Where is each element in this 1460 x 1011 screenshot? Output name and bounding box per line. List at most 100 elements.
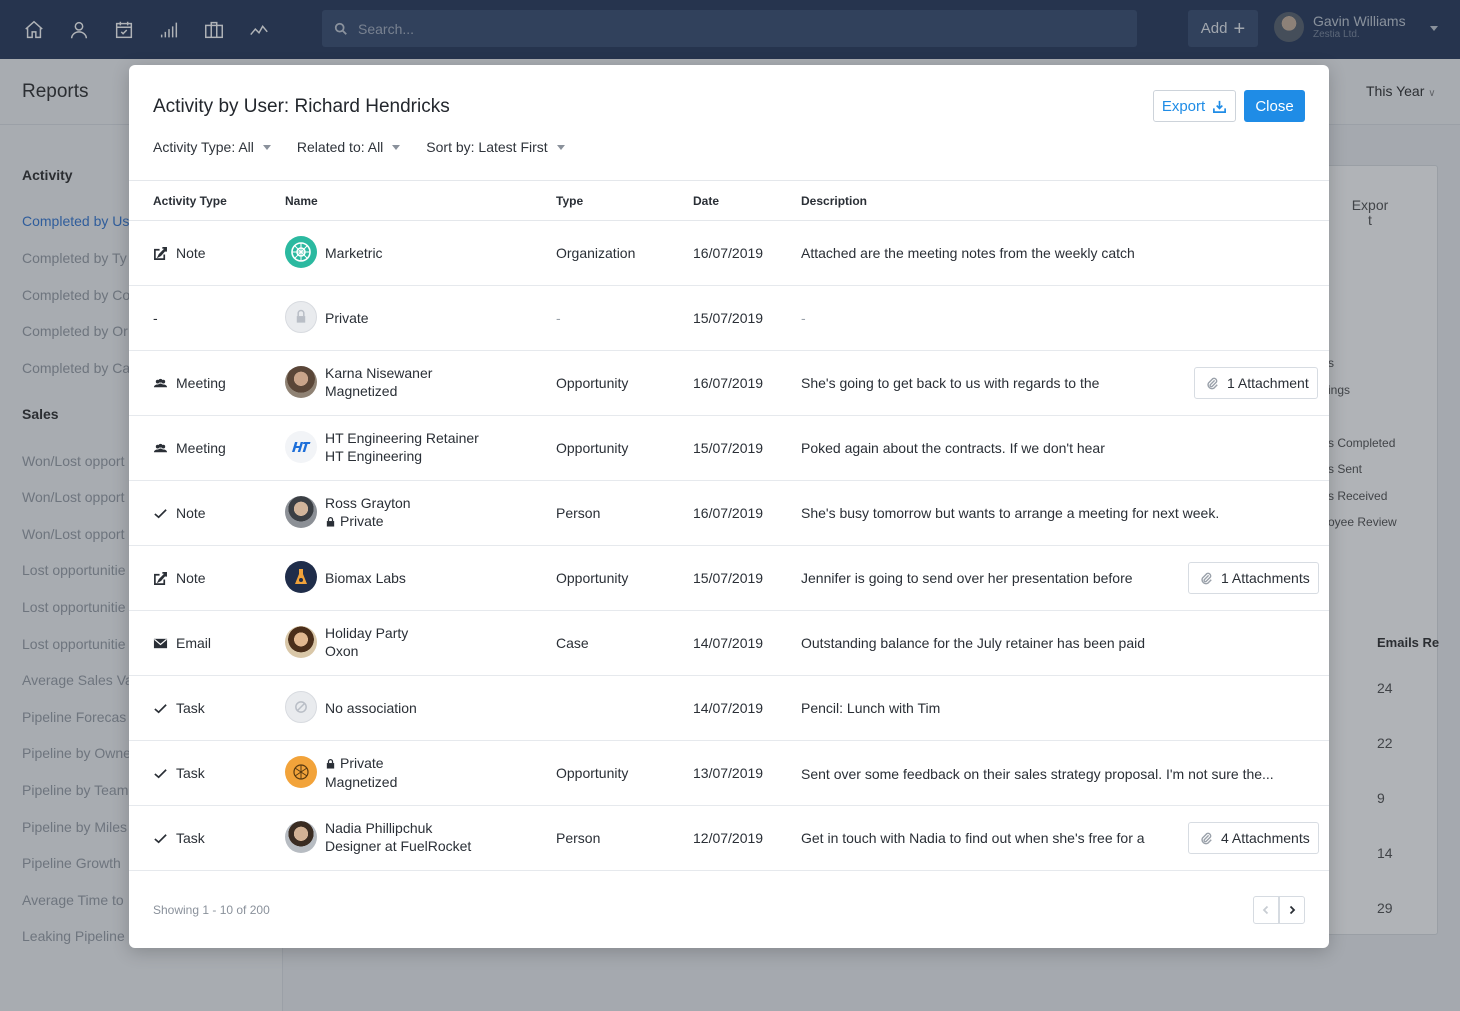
description-cell: -	[801, 310, 806, 326]
caret-down-icon	[262, 144, 271, 150]
type-cell: Opportunity	[556, 570, 629, 586]
close-label: Close	[1255, 97, 1294, 115]
attachment-button[interactable]: 4 Attachments	[1188, 822, 1319, 854]
description-cell: Sent over some feedback on their sales s…	[801, 766, 1274, 782]
date-cell: 14/07/2019	[693, 700, 764, 716]
record-name[interactable]: HT Engineering Retainer	[325, 430, 479, 446]
record-name[interactable]: Marketric	[325, 245, 383, 261]
attachment-label: 4 Attachments	[1221, 830, 1310, 846]
type-cell: Organization	[556, 245, 636, 261]
attachment-label: 1 Attachment	[1227, 375, 1309, 391]
filter-label: Related to: All	[296, 139, 384, 155]
table-row[interactable]: Note Ross Grayton Private Person 16/07/2…	[129, 481, 1329, 546]
table-row[interactable]: Email Holiday Party Oxon Case 14/07/2019…	[129, 611, 1329, 676]
avatar	[285, 626, 317, 658]
paperclip-icon	[1207, 377, 1218, 390]
table-row[interactable]: Note Biomax Labs Opportunity 15/07/2019 …	[129, 546, 1329, 611]
table-row[interactable]: - Private - 15/07/2019 -	[129, 286, 1329, 351]
type-cell: Opportunity	[556, 375, 629, 391]
activity-type-cell: Task	[153, 830, 205, 846]
avatar	[285, 496, 317, 528]
table-row[interactable]: Task Private Magnetized Opportunity 13/0…	[129, 741, 1329, 806]
activity-type: Task	[176, 830, 205, 846]
date-cell: 15/07/2019	[693, 440, 764, 456]
ht-engineering-logo	[285, 431, 317, 463]
filter-bar: Activity Type: All Related to: All Sort …	[153, 139, 565, 155]
activity-type-cell: Email	[153, 635, 211, 651]
paperclip-icon	[1201, 832, 1212, 845]
activity-type: Task	[176, 765, 205, 781]
prev-page-button[interactable]	[1253, 896, 1279, 924]
avatar	[285, 821, 317, 853]
activity-type: Note	[176, 570, 206, 586]
record-subname[interactable]: Oxon	[325, 643, 358, 659]
record-name[interactable]: Biomax Labs	[325, 570, 406, 586]
paperclip-icon	[1201, 572, 1212, 585]
record-subname[interactable]: HT Engineering	[325, 448, 422, 464]
description-cell: She's going to get back to us with regar…	[801, 375, 1100, 391]
description-cell: She's busy tomorrow but wants to arrange…	[801, 505, 1220, 521]
chevron-left-icon	[1262, 905, 1269, 915]
attachment-button[interactable]: 1 Attachment	[1194, 367, 1318, 399]
record-name[interactable]: Holiday Party	[325, 625, 408, 641]
lock-icon	[326, 516, 335, 527]
activity-type-cell: Note	[153, 505, 206, 521]
check-icon	[154, 833, 167, 843]
type-cell: Opportunity	[556, 440, 629, 456]
activity-type: Meeting	[176, 440, 226, 456]
table-row[interactable]: Task Nadia Phillipchuk Designer at FuelR…	[129, 806, 1329, 871]
modal-title: Activity by User: Richard Hendricks	[153, 96, 450, 117]
next-page-button[interactable]	[1279, 896, 1305, 924]
check-icon	[154, 768, 167, 778]
date-cell: 14/07/2019	[693, 635, 764, 651]
date-cell: 16/07/2019	[693, 245, 764, 261]
record-subname[interactable]: Magnetized	[325, 774, 397, 790]
attachment-button[interactable]: 1 Attachments	[1188, 562, 1319, 594]
download-icon	[1213, 100, 1227, 113]
people-icon	[153, 443, 168, 452]
activity-type: Email	[176, 635, 212, 651]
column-header[interactable]: Name	[285, 194, 318, 208]
edit-icon	[154, 246, 167, 260]
close-button[interactable]: Close	[1244, 90, 1305, 122]
people-icon	[153, 378, 168, 387]
activity-type: Task	[176, 700, 205, 716]
activity-type: Note	[176, 505, 206, 521]
record-name[interactable]: Nadia Phillipchuk	[325, 820, 432, 836]
column-header[interactable]: Activity Type	[153, 194, 227, 208]
date-cell: 15/07/2019	[693, 310, 764, 326]
filter-activity-type[interactable]: Activity Type: All	[153, 139, 271, 155]
filter-label: Sort by: Latest First	[426, 139, 548, 155]
table-row[interactable]: Meeting Karna Nisewaner Magnetized Oppor…	[129, 351, 1329, 416]
column-header[interactable]: Type	[556, 194, 583, 208]
lock-icon	[326, 758, 335, 769]
record-name[interactable]: Private	[325, 310, 369, 326]
filter-related-to[interactable]: Related to: All	[296, 139, 401, 155]
export-button[interactable]: Export	[1153, 90, 1236, 122]
pagination-status: Showing 1 - 10 of 200	[153, 903, 270, 917]
private-label: Private	[325, 513, 384, 529]
record-subname[interactable]: Magnetized	[325, 383, 397, 399]
check-icon	[154, 703, 167, 713]
activity-modal: Activity by User: Richard Hendricks Expo…	[129, 65, 1329, 948]
table-row[interactable]: Note Marketric Organization 16/07/2019 A…	[129, 221, 1329, 286]
table-row[interactable]: Meeting HT Engineering Retainer HT Engin…	[129, 416, 1329, 481]
record-name[interactable]: Karna Nisewaner	[325, 365, 432, 381]
record-name: Private	[340, 755, 384, 771]
activity-type: Note	[176, 245, 206, 261]
record-subname[interactable]: Designer at FuelRocket	[325, 838, 471, 854]
private-label: Private	[325, 755, 384, 771]
description-cell: Pencil: Lunch with Tim	[801, 700, 941, 716]
filter-label: Activity Type: All	[153, 139, 254, 155]
activity-type-cell: -	[153, 310, 158, 326]
table-header: Activity Type Name Type Date Description	[129, 180, 1329, 221]
table-row[interactable]: Task No association 14/07/2019 Pencil: L…	[129, 676, 1329, 741]
magnetized-logo	[285, 756, 317, 788]
column-header[interactable]: Description	[801, 194, 867, 208]
avatar	[285, 366, 317, 398]
caret-down-icon	[392, 144, 401, 150]
filter-sort-by[interactable]: Sort by: Latest First	[426, 139, 565, 155]
record-name[interactable]: Ross Grayton	[325, 495, 411, 511]
mail-icon	[153, 638, 168, 648]
column-header[interactable]: Date	[693, 194, 719, 208]
